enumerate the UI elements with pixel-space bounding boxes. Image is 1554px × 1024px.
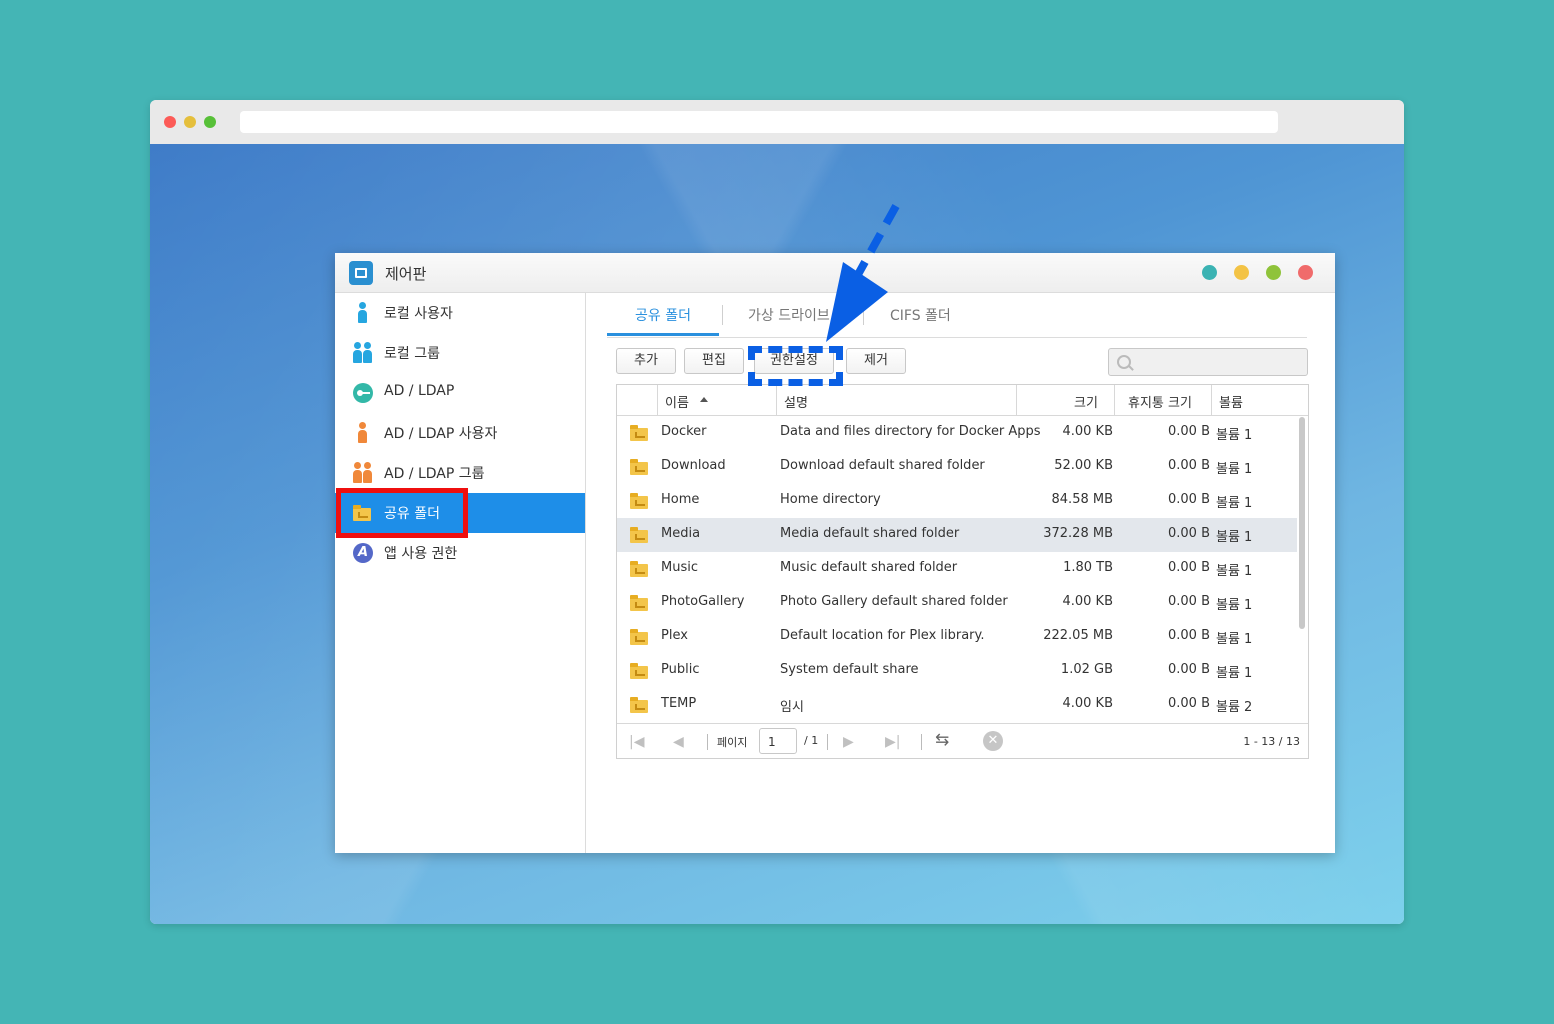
arrow-shaft (851, 204, 900, 282)
annotation-arrow (826, 204, 900, 342)
arrow-head (826, 262, 888, 342)
